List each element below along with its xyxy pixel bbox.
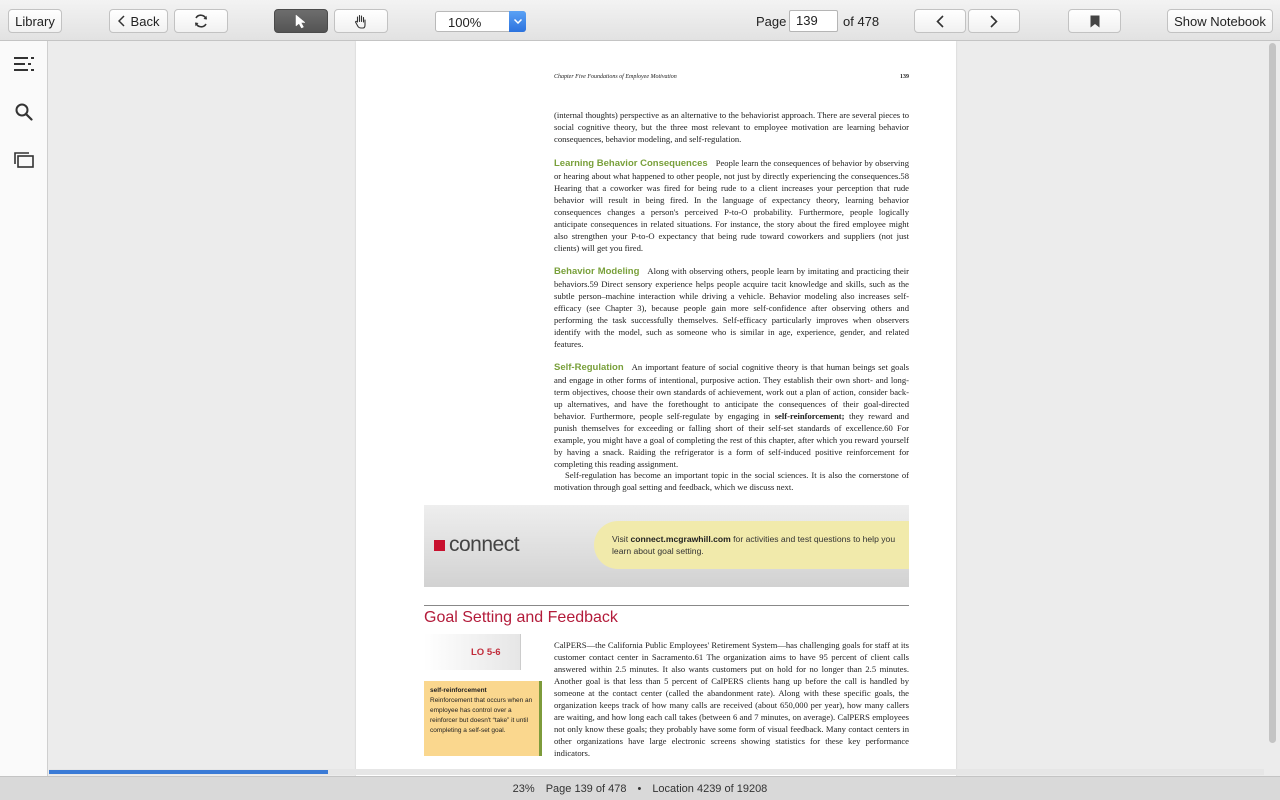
definition-box: self-reinforcement Reinforcement that oc… bbox=[424, 681, 542, 756]
learning-consequences-heading: Learning Behavior Consequences bbox=[554, 158, 708, 169]
section-divider bbox=[424, 605, 909, 606]
flashcards-icon[interactable] bbox=[13, 149, 35, 171]
sync-icon bbox=[193, 13, 209, 29]
bookmark-button[interactable] bbox=[1068, 9, 1121, 33]
table-of-contents-icon[interactable] bbox=[13, 53, 35, 75]
connect-banner[interactable]: connect Visit connect.mcgrawhill.com for… bbox=[424, 505, 909, 587]
bookmark-icon bbox=[1090, 15, 1100, 28]
chevron-left-icon bbox=[117, 15, 125, 27]
page-total: of 478 bbox=[843, 14, 880, 29]
library-button[interactable]: Library bbox=[8, 9, 62, 33]
toolbar: Library Back 100% Page 139 of 478 Show N… bbox=[0, 0, 1280, 41]
running-head-title: Chapter Five Foundations of Employee Mot… bbox=[554, 74, 677, 80]
connect-logo: connect bbox=[434, 533, 520, 557]
reading-progress-bar[interactable] bbox=[49, 769, 1264, 775]
running-head: Chapter Five Foundations of Employee Mot… bbox=[554, 74, 909, 80]
next-page-button[interactable] bbox=[968, 9, 1020, 33]
back-button[interactable]: Back bbox=[109, 9, 168, 33]
reading-progress-fill bbox=[49, 770, 329, 774]
chevron-right-icon bbox=[990, 14, 998, 28]
self-reinforcement-term: self-reinforcement; bbox=[774, 411, 845, 421]
self-regulation-heading: Self-Regulation bbox=[554, 362, 624, 373]
page-number-input[interactable]: 139 bbox=[789, 10, 838, 32]
definition-term: self-reinforcement bbox=[430, 687, 487, 694]
connect-logo-text: connect bbox=[449, 533, 520, 556]
chevron-down-icon bbox=[509, 11, 526, 32]
learning-objective-label: LO 5-6 bbox=[471, 647, 501, 658]
definition-text: Reinforcement that occurs when an employ… bbox=[430, 697, 533, 734]
show-notebook-label: Show Notebook bbox=[1174, 13, 1266, 29]
hand-icon bbox=[354, 14, 368, 29]
connect-visit-1: Visit bbox=[612, 534, 629, 544]
zoom-select[interactable]: 100% bbox=[435, 11, 526, 32]
status-location: Location 4239 of 19208 bbox=[652, 782, 768, 795]
left-sidebar bbox=[0, 41, 48, 776]
sync-button[interactable] bbox=[174, 9, 228, 33]
section-title: Goal Setting and Feedback bbox=[424, 609, 618, 626]
self-regulation-paragraph-2: Self-regulation has become an important … bbox=[554, 470, 909, 492]
vertical-scrollbar[interactable] bbox=[1269, 43, 1276, 743]
intro-paragraph: (internal thoughts) perspective as an al… bbox=[554, 110, 909, 144]
select-tool-button[interactable] bbox=[274, 9, 328, 33]
calpers-paragraph: CalPERS—the California Public Employees'… bbox=[554, 640, 909, 758]
status-separator: • bbox=[637, 782, 642, 795]
status-bar: 23% Page 139 of 478 • Location 4239 of 1… bbox=[0, 776, 1280, 800]
connect-visit-text: Visit connect.mcgrawhill.com for activit… bbox=[612, 533, 902, 557]
previous-page-button[interactable] bbox=[914, 9, 966, 33]
status-percent: 23% bbox=[512, 782, 535, 795]
back-button-label: Back bbox=[130, 13, 160, 29]
behavior-modeling-text: Along with observing others, people lear… bbox=[554, 266, 909, 349]
book-page: Chapter Five Foundations of Employee Mot… bbox=[356, 41, 956, 776]
learning-consequences-text: People learn the consequences of behavio… bbox=[554, 158, 910, 253]
hand-tool-button[interactable] bbox=[334, 9, 388, 33]
connect-url: connect.mcgrawhill.com bbox=[630, 534, 731, 544]
page-label: Page bbox=[756, 14, 787, 29]
learning-consequences-paragraph: Learning Behavior Consequences People lea… bbox=[554, 157, 909, 254]
reading-area: Chapter Five Foundations of Employee Mot… bbox=[49, 41, 1280, 776]
running-head-page-number: 139 bbox=[900, 74, 909, 80]
search-icon[interactable] bbox=[13, 101, 35, 123]
behavior-modeling-heading: Behavior Modeling bbox=[554, 266, 640, 277]
show-notebook-button[interactable]: Show Notebook bbox=[1167, 9, 1273, 33]
behavior-modeling-paragraph: Behavior Modeling Along with observing ot… bbox=[554, 265, 909, 350]
mcgraw-hill-icon bbox=[434, 539, 445, 551]
zoom-value: 100% bbox=[448, 15, 482, 30]
library-button-label: Library bbox=[15, 13, 55, 29]
status-page: Page 139 of 478 bbox=[545, 782, 627, 795]
learning-objective-badge: LO 5-6 bbox=[424, 634, 521, 670]
self-regulation-paragraph: Self-Regulation An important feature of s… bbox=[554, 361, 909, 470]
pointer-icon bbox=[295, 13, 307, 29]
chevron-left-icon bbox=[936, 14, 944, 28]
